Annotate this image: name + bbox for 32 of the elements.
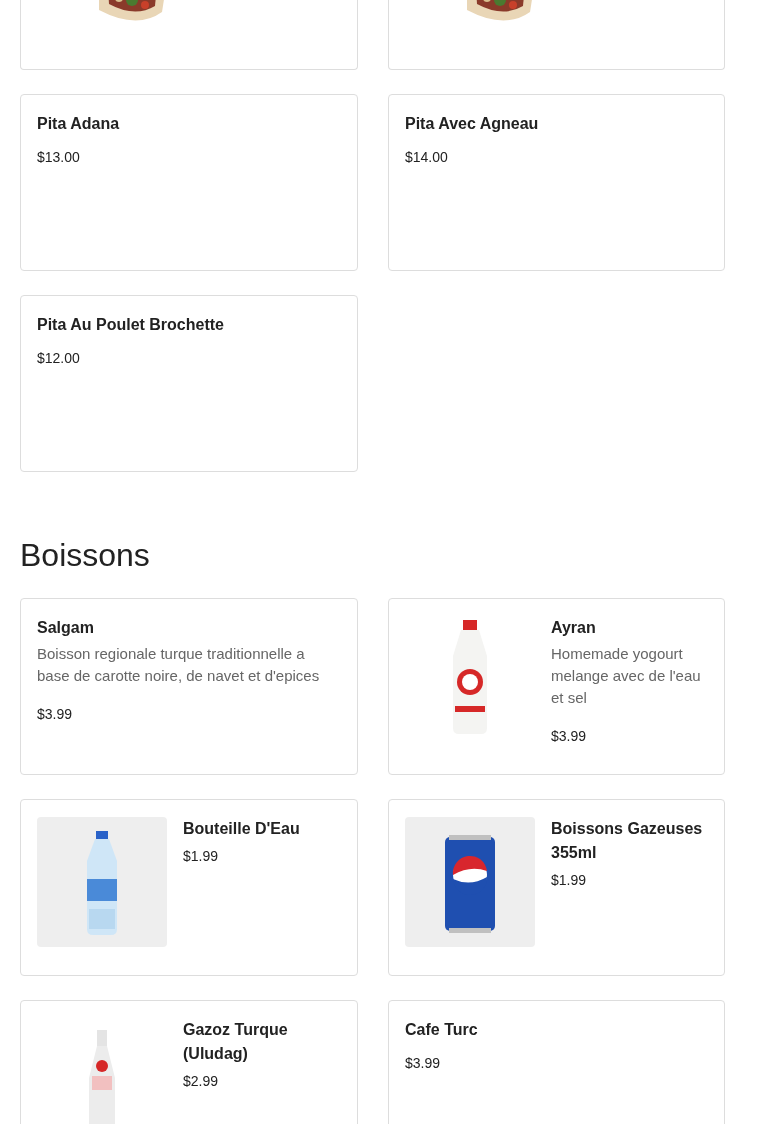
item-price: $3.99 bbox=[405, 1054, 442, 1073]
item-name: Pita Avec Agneau bbox=[405, 114, 539, 134]
item-price: $3.99 bbox=[37, 705, 74, 724]
item-name: Bouteille D'Eau bbox=[183, 819, 300, 839]
menu-card[interactable]: Pita Adana $13.00 bbox=[20, 94, 358, 271]
item-price: $3.99 bbox=[551, 727, 588, 746]
item-name: Cafe Turc bbox=[405, 1020, 478, 1040]
item-name: Ayran bbox=[551, 618, 597, 638]
menu-card[interactable]: Pita Avec Agneau $14.00 bbox=[388, 94, 725, 271]
item-name: Pita Adana bbox=[37, 114, 120, 134]
menu-card[interactable]: Ayran Homemade yogourt melange avec de l'eau et sel $3.99 bbox=[388, 598, 725, 775]
menu-card[interactable]: Cafe Turc $3.99 bbox=[388, 1000, 725, 1124]
item-description: Boisson regionale turque traditionnelle a base de carotte noire, de navet et d'epices bbox=[37, 644, 321, 686]
item-name: Pita Au Poulet Brochette bbox=[37, 315, 224, 335]
menu-card[interactable] bbox=[20, 0, 358, 70]
menu-card[interactable]: Gazoz Turque (Uludag) $2.99 bbox=[20, 1000, 358, 1124]
item-price: $12.00 bbox=[37, 349, 81, 368]
section-heading: Boissons bbox=[20, 536, 151, 575]
menu-card[interactable]: Pita Au Poulet Brochette $12.00 bbox=[20, 295, 358, 472]
item-price: $2.99 bbox=[183, 1072, 220, 1091]
item-name: Salgam bbox=[37, 618, 95, 638]
menu-card[interactable] bbox=[388, 0, 725, 70]
item-price: $13.00 bbox=[37, 148, 81, 167]
menu-card[interactable]: Bouteille D'Eau $1.99 bbox=[20, 799, 358, 976]
item-name: Gazoz Turque (Uludag) bbox=[183, 1020, 289, 1064]
menu-card[interactable]: Salgam Boisson regionale turque traditionnelle a base de carotte noire, de navet et d'epices $3.99 bbox=[20, 598, 358, 775]
item-name: Boissons Gazeuses 355ml bbox=[551, 819, 704, 863]
item-description: Homemade yogourt melange avec de l'eau et sel bbox=[551, 644, 702, 708]
item-price: $1.99 bbox=[183, 847, 220, 866]
item-price: $14.00 bbox=[405, 148, 449, 167]
menu-card[interactable]: Boissons Gazeuses 355ml $1.99 bbox=[388, 799, 725, 976]
item-price: $1.99 bbox=[551, 871, 588, 890]
